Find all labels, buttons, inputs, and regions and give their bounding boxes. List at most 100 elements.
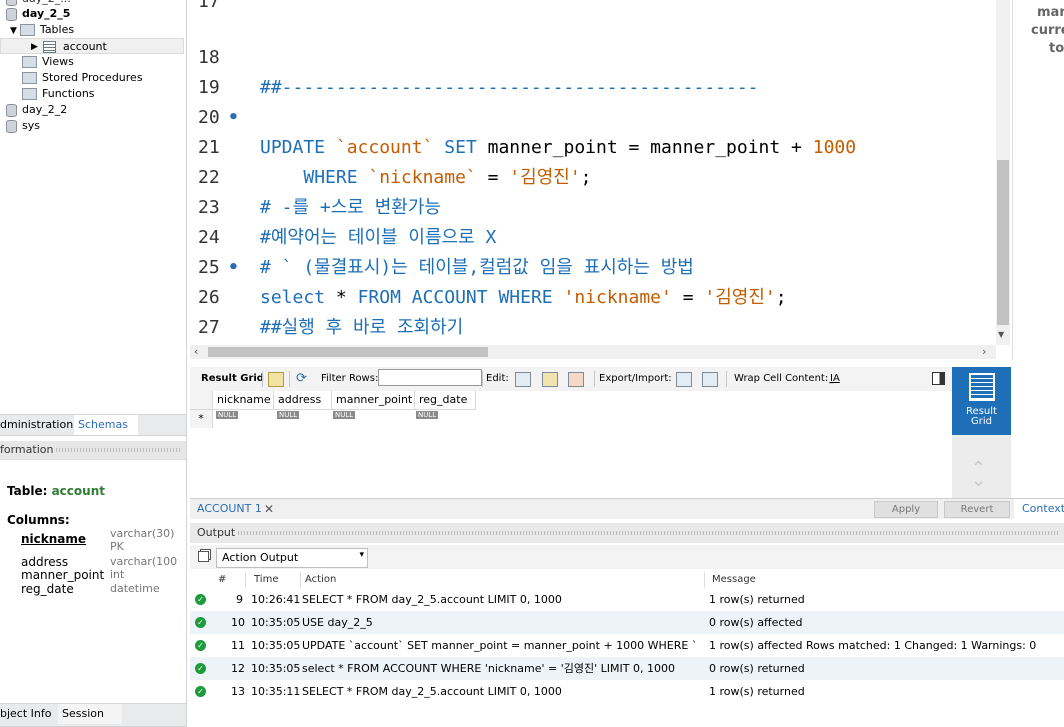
information-body: Table: account Columns: nickname varchar… bbox=[0, 460, 186, 700]
null-cell[interactable]: NULL bbox=[333, 411, 356, 419]
filter-rows-label: Filter Rows: bbox=[321, 373, 379, 384]
result-grid[interactable]: nickname address manner_point reg_date *… bbox=[190, 391, 952, 498]
result-toolbar: Result Grid ⟳ Filter Rows: Edit: Export/… bbox=[190, 367, 952, 392]
tree-item-db-day_2_5[interactable]: day_2_5 bbox=[6, 6, 70, 22]
scroll-right-icon[interactable]: › bbox=[982, 345, 986, 358]
side-scroll-icon[interactable]: ⌃ ⌄ bbox=[971, 460, 986, 490]
col-header-num[interactable]: # bbox=[218, 574, 226, 585]
sql-editor[interactable]: 17 18 ##--------------------------------… bbox=[190, 0, 996, 345]
col-type-manner_point: int bbox=[110, 568, 125, 581]
export-icon[interactable] bbox=[676, 372, 692, 387]
success-check-icon: ✓ bbox=[195, 640, 206, 651]
scroll-left-icon[interactable]: ‹ bbox=[194, 345, 198, 358]
output-panel: Output Action Output ▾ # Time Action Mes… bbox=[190, 523, 1064, 727]
folder-icon bbox=[19, 24, 35, 36]
result-tab-account-1[interactable]: ACCOUNT 1 bbox=[197, 501, 262, 517]
chevron-down-icon[interactable]: ▾ bbox=[359, 550, 364, 560]
close-icon[interactable]: ✕ bbox=[264, 501, 274, 517]
grid-header-nickname[interactable]: nickname bbox=[213, 391, 274, 410]
copy-icon[interactable] bbox=[198, 551, 209, 562]
help-text-3: to bbox=[1049, 41, 1064, 56]
navigator-panel: day_2_... day_2_5 ▼Tables ▶account Views… bbox=[0, 0, 187, 727]
apply-button[interactable]: Apply bbox=[874, 501, 938, 518]
editor-horizontal-scroll-thumb[interactable] bbox=[208, 347, 488, 357]
output-row[interactable]: ✓ 13 10:35:11 SELECT * FROM day_2_5.acco… bbox=[190, 680, 1064, 703]
expand-down-icon[interactable]: ▼ bbox=[10, 26, 17, 36]
tree-item-account[interactable]: ▶ account bbox=[0, 38, 184, 54]
result-grid-icon bbox=[969, 373, 995, 401]
col-header-action[interactable]: Action bbox=[305, 574, 336, 585]
grid-corner bbox=[190, 391, 213, 410]
help-text-2: curre bbox=[1031, 23, 1064, 38]
database-icon bbox=[6, 119, 17, 133]
scroll-down-icon[interactable]: ▼ bbox=[998, 330, 1004, 339]
grid-header-manner_point[interactable]: manner_point bbox=[332, 391, 415, 410]
tree-item-stored-procedures[interactable]: Stored Procedures bbox=[22, 70, 143, 86]
col-type-nickname: varchar(30) bbox=[110, 527, 175, 540]
refresh-icon[interactable]: ⟳ bbox=[296, 367, 307, 391]
tab-context-help[interactable]: Context bbox=[1022, 501, 1064, 517]
panel-toggle-icon[interactable] bbox=[932, 372, 945, 385]
grid-header-reg_date[interactable]: reg_date bbox=[415, 391, 476, 410]
code-line-25: 25 • select * FROM ACCOUNT WHERE 'nicknam… bbox=[190, 223, 787, 308]
code-line-18: 18 ##-----------------------------------… bbox=[198, 47, 759, 98]
null-cell[interactable]: NULL bbox=[216, 411, 239, 419]
output-selector-bar: Action Output ▾ bbox=[190, 545, 1064, 569]
edit-label: Edit: bbox=[486, 373, 509, 384]
help-text-1: mar bbox=[1037, 5, 1064, 20]
tab-object-info[interactable]: bject Info bbox=[0, 704, 52, 724]
output-row[interactable]: ✓ 9 10:26:41 SELECT * FROM day_2_5.accou… bbox=[190, 588, 1064, 611]
null-cell[interactable]: NULL bbox=[416, 411, 439, 419]
tree-item-views[interactable]: Views bbox=[22, 54, 74, 70]
null-cell[interactable]: NULL bbox=[277, 411, 300, 419]
code-line-24: 24 # ` (물결표시)는 테이블,컬럼값 임을 표시하는 방법 bbox=[198, 227, 694, 278]
information-header: formation bbox=[0, 441, 186, 460]
tab-session[interactable]: Session bbox=[58, 704, 122, 724]
output-row[interactable]: ✓ 12 10:35:05 select * FROM ACCOUNT WHER… bbox=[190, 657, 1064, 680]
import-icon[interactable] bbox=[702, 372, 718, 387]
col-name-reg_date: reg_date bbox=[21, 582, 74, 596]
database-icon bbox=[6, 103, 17, 117]
success-check-icon: ✓ bbox=[195, 594, 206, 605]
output-header: Output bbox=[190, 523, 1064, 543]
delete-row-icon[interactable] bbox=[568, 372, 584, 387]
result-grid-side-button[interactable]: Result Grid bbox=[952, 367, 1011, 435]
code-line-26: 26 ##실행 후 바로 조회하기 bbox=[198, 287, 464, 338]
result-tabs-bar: ACCOUNT 1 ✕ Apply Revert Context bbox=[190, 498, 1064, 519]
tree-item-functions[interactable]: Functions bbox=[22, 86, 95, 102]
database-icon bbox=[6, 7, 17, 21]
revert-button[interactable]: Revert bbox=[944, 501, 1010, 518]
tab-schemas[interactable]: Schemas bbox=[74, 415, 138, 435]
tree-item-tables[interactable]: ▼ Tables bbox=[10, 22, 74, 38]
expand-right-icon[interactable]: ▶ bbox=[31, 39, 38, 55]
folder-icon bbox=[22, 88, 37, 100]
code-line-19: 19 bbox=[198, 77, 220, 98]
tree-item-db-day_2_2[interactable]: day_2_2 bbox=[6, 102, 67, 118]
context-help-panel: mar curre to bbox=[1012, 0, 1064, 360]
tab-administration[interactable]: dministration bbox=[0, 415, 73, 435]
action-output-dropdown[interactable]: Action Output ▾ bbox=[216, 548, 368, 568]
wrap-toggle-icon[interactable]: I̲A bbox=[830, 367, 840, 391]
export-import-label: Export/Import: bbox=[599, 373, 672, 384]
edit-row-icon[interactable] bbox=[515, 372, 531, 387]
side-panel-empty: ⌃ ⌄ bbox=[952, 435, 1011, 498]
grid-header-address[interactable]: address bbox=[274, 391, 332, 410]
col-header-time[interactable]: Time bbox=[254, 574, 278, 585]
code-line-28: 28 ##-----------------------------------… bbox=[190, 313, 233, 343]
tree-item-db-sys[interactable]: sys bbox=[6, 118, 40, 134]
navigator-tabs: dministration Schemas bbox=[0, 414, 186, 436]
grid-view-icon[interactable] bbox=[268, 372, 284, 387]
col-header-message[interactable]: Message bbox=[712, 574, 756, 585]
col-type-address: varchar(100 bbox=[110, 555, 178, 568]
info-columns-label: Columns: bbox=[7, 513, 70, 527]
col-name-address: address bbox=[21, 555, 69, 569]
insert-row-icon[interactable] bbox=[542, 372, 558, 387]
code-line-27: 27 bbox=[198, 317, 220, 338]
result-grid-label[interactable]: Result Grid bbox=[201, 367, 264, 391]
editor-vertical-scroll-thumb[interactable] bbox=[997, 160, 1009, 325]
output-row[interactable]: ✓ 11 10:35:05 UPDATE `account` SET manne… bbox=[190, 634, 1064, 657]
filter-rows-input[interactable] bbox=[378, 369, 482, 386]
col-name-nickname: nickname bbox=[21, 532, 87, 546]
output-column-headers: # Time Action Message bbox=[190, 572, 1064, 588]
output-row[interactable]: ✓ 10 10:35:05 USE day_2_5 0 row(s) affec… bbox=[190, 611, 1064, 634]
